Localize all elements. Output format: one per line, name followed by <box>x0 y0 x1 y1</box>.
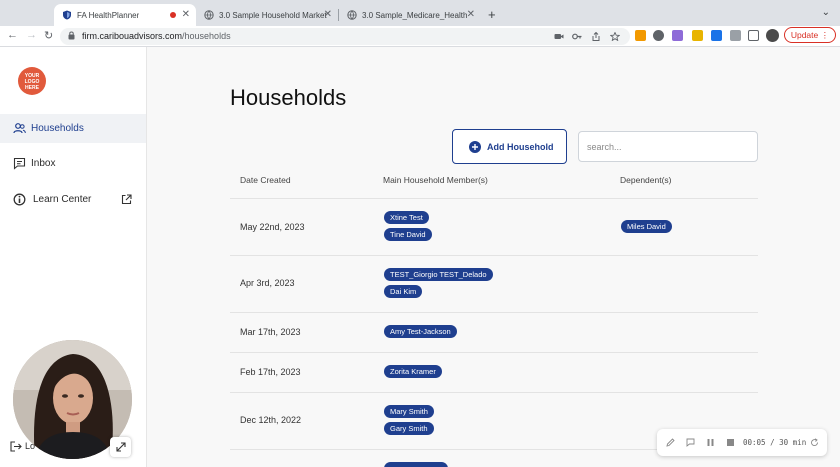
browser-tab-strip: FA HealthPlanner ✕ 3.0 Sample Household … <box>0 0 840 26</box>
extension-icon[interactable] <box>635 30 646 41</box>
column-header-date-created[interactable]: Date Created <box>240 175 291 185</box>
table-row[interactable]: Feb 17th, 2023 Zorita Kramer <box>230 352 758 392</box>
main-content: Households Add Household Date Created Ma… <box>147 47 840 467</box>
pen-icon[interactable] <box>666 438 675 447</box>
extension-icon[interactable] <box>653 30 664 41</box>
date-created: Apr 3rd, 2023 <box>240 278 295 288</box>
tab-title: 3.0 Sample_Medicare_Health <box>362 10 468 20</box>
tab-title: FA HealthPlanner <box>77 10 140 20</box>
stop-icon[interactable] <box>726 438 735 447</box>
sidepanel-icon[interactable] <box>748 30 759 41</box>
member-pill[interactable]: Xtine Test <box>384 211 429 224</box>
sidebar-item-label: Inbox <box>31 158 56 169</box>
table-row[interactable]: May 22nd, 2023 Xtine Test Tine David Mil… <box>230 198 758 255</box>
update-label: Update <box>790 30 819 40</box>
plus-circle-icon <box>469 140 481 153</box>
tab-title: 3.0 Sample Household Market <box>219 10 327 20</box>
recording-indicator-icon <box>170 12 176 18</box>
extension-icon[interactable] <box>692 30 703 41</box>
member-pill[interactable]: Amy Test-Jackson <box>384 325 457 338</box>
pause-icon[interactable] <box>706 438 715 447</box>
member-pill[interactable]: Mary Smith <box>384 405 434 418</box>
info-icon <box>13 193 26 206</box>
member-pill[interactable]: TEST_Giorgio TEST_Delado <box>384 268 493 281</box>
add-household-button[interactable]: Add Household <box>452 129 567 164</box>
date-created: Feb 17th, 2023 <box>240 367 301 377</box>
restart-icon[interactable] <box>810 438 819 447</box>
new-tab-icon[interactable]: + <box>488 7 496 22</box>
shield-icon <box>63 10 71 20</box>
date-created: Mar 17th, 2023 <box>240 327 301 337</box>
address-bar[interactable]: firm.caribouadvisors.com/households <box>60 28 630 45</box>
member-pill[interactable]: Tine David <box>384 228 432 241</box>
column-header-main-members[interactable]: Main Household Member(s) <box>383 175 488 185</box>
add-household-label: Add Household <box>487 141 554 152</box>
close-tab-icon[interactable]: ✕ <box>182 9 190 20</box>
key-icon[interactable] <box>572 32 582 41</box>
url-domain: firm.caribouadvisors.com <box>82 31 183 41</box>
chat-icon <box>13 157 26 170</box>
external-link-icon <box>121 194 132 205</box>
back-arrow-icon[interactable]: ← <box>7 29 18 41</box>
dependent-pill[interactable]: Miles David <box>621 220 672 233</box>
globe-icon <box>204 10 214 20</box>
bookmark-star-icon[interactable] <box>610 32 620 41</box>
sidebar-item-label: Households <box>31 123 84 134</box>
globe-icon <box>347 10 357 20</box>
close-tab-icon[interactable]: ✕ <box>467 9 475 20</box>
url-text: firm.caribouadvisors.com/households <box>82 31 231 41</box>
table-row[interactable]: Mar 17th, 2023 Amy Test-Jackson <box>230 312 758 352</box>
url-path: /households <box>182 31 231 41</box>
sidebar-item-inbox[interactable]: Inbox <box>0 149 146 178</box>
expand-arrows-icon <box>115 442 126 452</box>
update-button[interactable]: Update ⋮ <box>784 27 836 43</box>
tab-fa-healthplanner[interactable]: FA HealthPlanner ✕ <box>54 4 196 26</box>
expand-webcam-button[interactable] <box>110 437 131 457</box>
member-pill[interactable]: Zorita Kramer <box>384 365 442 378</box>
lock-icon <box>68 31 75 40</box>
member-pill[interactable]: Gary Smith <box>384 422 434 435</box>
camera-icon[interactable] <box>554 32 564 41</box>
tab-search-chevron-icon[interactable]: ⌄ <box>822 7 830 18</box>
page-title: Households <box>230 85 347 110</box>
search-input[interactable] <box>578 131 758 162</box>
date-created: May 22nd, 2023 <box>240 222 305 232</box>
recording-controls: 00:05 / 30 min <box>657 429 827 456</box>
column-header-dependents[interactable]: Dependent(s) <box>620 175 672 185</box>
extension-icon[interactable] <box>711 30 722 41</box>
share-icon[interactable] <box>591 32 601 41</box>
forward-arrow-icon[interactable]: → <box>26 29 37 41</box>
member-pill[interactable] <box>384 462 448 467</box>
tab-medicare-health[interactable]: 3.0 Sample_Medicare_Health ✕ <box>339 4 481 26</box>
close-tab-icon[interactable]: ✕ <box>324 9 332 20</box>
date-created: Dec 12th, 2022 <box>240 415 302 425</box>
extension-icon[interactable] <box>672 30 683 41</box>
profile-avatar[interactable] <box>766 29 779 42</box>
company-logo[interactable]: YOUR LOGO HERE <box>18 67 46 95</box>
people-icon <box>13 123 26 134</box>
sidebar-item-learn-center[interactable]: Learn Center <box>0 185 146 214</box>
recording-timer: 00:05 / 30 min <box>743 438 807 447</box>
table-row[interactable]: Apr 3rd, 2023 TEST_Giorgio TEST_Delado D… <box>230 255 758 312</box>
sidebar-item-households[interactable]: Households <box>0 114 146 143</box>
puzzle-icon[interactable] <box>730 30 741 41</box>
sidebar-item-label: Learn Center <box>33 194 92 205</box>
comment-icon[interactable] <box>686 438 695 447</box>
member-pill[interactable]: Dai Kim <box>384 285 423 298</box>
logout-icon[interactable] <box>10 441 22 452</box>
tab-household-market[interactable]: 3.0 Sample Household Market ✕ <box>196 4 338 26</box>
reload-icon[interactable]: ↻ <box>44 29 53 42</box>
